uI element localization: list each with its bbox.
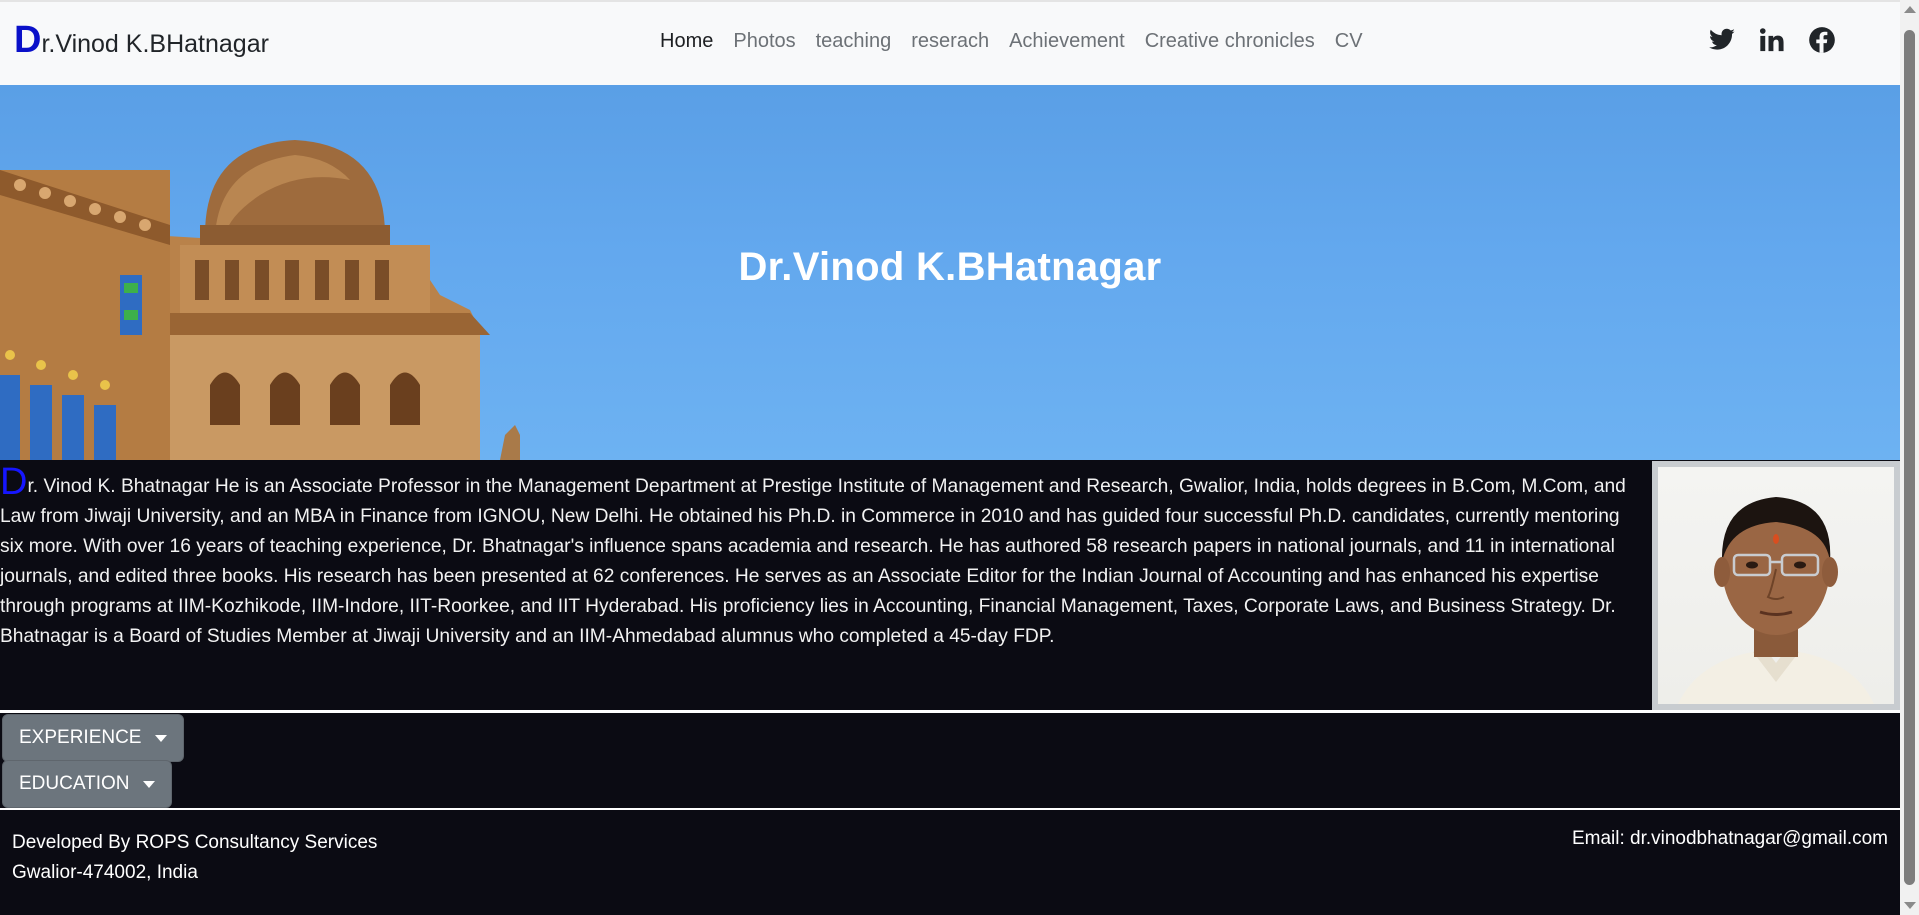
bio-text: r. Vinod K. Bhatnagar He is an Associate… (0, 476, 1626, 647)
nav-creative-chronicles[interactable]: Creative chronicles (1145, 30, 1315, 53)
scrollbar-thumb[interactable] (1904, 30, 1915, 885)
footer: Developed By ROPS Consultancy Services G… (0, 810, 1900, 915)
social-links (1708, 26, 1836, 54)
brand-logo[interactable]: Dr.Vinod K.BHatnagar (14, 21, 269, 59)
footer-email[interactable]: Email: dr.vinodbhatnagar@gmail.com (1572, 828, 1888, 850)
education-label: EDUCATION (19, 773, 130, 794)
nav-achievement[interactable]: Achievement (1009, 30, 1125, 53)
experience-dropdown-button[interactable]: EXPERIENCE (2, 714, 185, 762)
hero-title: Dr.Vinod K.BHatnagar (738, 245, 1162, 289)
main-nav: Home Photos teaching reserach Achievemen… (660, 30, 1363, 53)
linkedin-icon[interactable] (1758, 26, 1786, 54)
developer-credit: Developed By ROPS Consultancy Services (12, 832, 378, 853)
bio-paragraph: Dr. Vinod K. Bhatnagar He is an Associat… (0, 463, 1640, 652)
twitter-icon[interactable] (1708, 26, 1736, 54)
hero-banner: Dr.Vinod K.BHatnagar (0, 85, 1900, 460)
bio-drop-cap: D (0, 461, 28, 503)
vertical-scrollbar[interactable] (1900, 0, 1919, 915)
nav-research[interactable]: reserach (911, 30, 989, 53)
sections-area: EXPERIENCE EDUCATION (0, 713, 1900, 808)
profile-photo-frame (1652, 461, 1900, 710)
nav-home[interactable]: Home (660, 30, 713, 53)
footer-left: Developed By ROPS Consultancy Services G… (12, 828, 377, 888)
facebook-icon[interactable] (1808, 26, 1836, 54)
top-navbar: Dr.Vinod K.BHatnagar Home Photos teachin… (0, 0, 1900, 85)
chevron-down-icon (155, 734, 168, 742)
education-dropdown-button[interactable]: EDUCATION (2, 760, 173, 808)
about-section: Dr. Vinod K. Bhatnagar He is an Associat… (0, 460, 1900, 710)
scroll-down-arrow-icon[interactable] (1904, 902, 1916, 909)
scroll-up-arrow-icon[interactable] (1904, 6, 1916, 13)
experience-label: EXPERIENCE (19, 727, 142, 748)
brand-name: r.Vinod K.BHatnagar (41, 30, 269, 58)
profile-photo (1658, 467, 1894, 704)
footer-address: Gwalior-474002, India (12, 862, 198, 883)
nav-teaching[interactable]: teaching (816, 30, 892, 53)
chevron-down-icon (143, 780, 156, 788)
nav-photos[interactable]: Photos (733, 30, 795, 53)
brand-cap: D (14, 19, 42, 61)
nav-cv[interactable]: CV (1335, 30, 1363, 53)
